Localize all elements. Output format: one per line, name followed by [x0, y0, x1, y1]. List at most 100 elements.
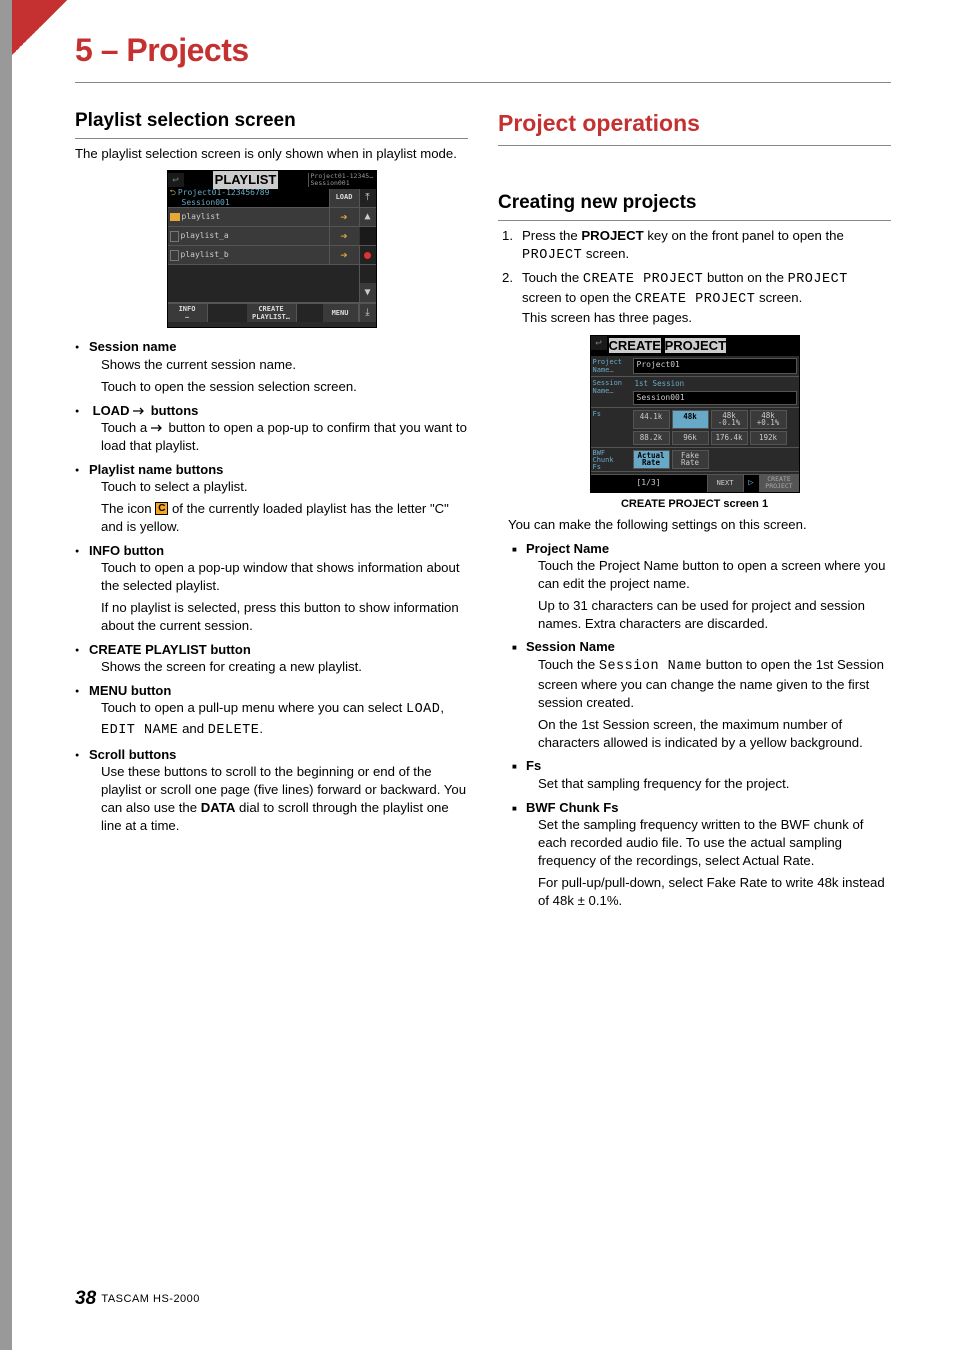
- scroll-top-icon[interactable]: ⤒: [359, 189, 376, 207]
- item-heading: Session name: [75, 338, 468, 356]
- sub-intro: You can make the following settings on t…: [508, 516, 891, 534]
- next-button[interactable]: NEXT: [707, 475, 743, 492]
- scroll-track: [359, 265, 376, 283]
- bottom-gap: [297, 304, 323, 322]
- right-rule: [498, 220, 891, 221]
- back-icon[interactable]: ↩: [168, 173, 184, 187]
- item-text: Use these buttons to scroll to the begin…: [101, 763, 468, 834]
- subitem-heading: Session Name: [512, 638, 891, 656]
- item-heading: Scroll buttons: [75, 746, 468, 764]
- playlist-icon: [170, 231, 179, 242]
- left-column: Playlist selection screen The playlist s…: [75, 108, 468, 913]
- left-intro: The playlist selection screen is only sh…: [75, 145, 468, 163]
- fs-option[interactable]: 44.1k: [633, 410, 670, 428]
- item-text: Touch to select a playlist.: [101, 478, 468, 496]
- back-icon[interactable]: ↩: [591, 336, 607, 350]
- item-text: Touch to open a pull-up menu where you c…: [101, 699, 468, 739]
- page-footer: 38 TASCAM HS-2000: [75, 1288, 200, 1310]
- playlist-screenshot: ↩ PLAYLIST Project01-12345… Session001 ⮌…: [167, 170, 377, 328]
- scroll-up-icon[interactable]: ▲: [359, 208, 376, 226]
- bwf-label: BWFChunkFs: [591, 448, 631, 471]
- first-session-label: 1st Session: [633, 379, 797, 390]
- item-text: If no playlist is selected, press this b…: [101, 599, 468, 635]
- load-arrow-button[interactable]: ➔: [329, 208, 359, 226]
- item-heading: Playlist name buttons: [75, 461, 468, 479]
- session-header-button[interactable]: ⮌Project01-123456789 Session001: [168, 189, 329, 207]
- bottom-gap: [208, 304, 247, 322]
- fs-option[interactable]: 192k: [750, 431, 787, 446]
- subitem-heading: Fs: [512, 757, 891, 775]
- arrow-right-icon: [133, 407, 147, 415]
- next-arrow-icon[interactable]: ▷: [743, 475, 759, 492]
- item-text: Shows the current session name.: [101, 356, 468, 374]
- subitem-text: Touch the Session Name button to open th…: [538, 656, 891, 712]
- title-sub: Project01-12345… Session001: [308, 173, 376, 187]
- scroll-down-icon[interactable]: ▼: [359, 283, 376, 302]
- create-playlist-button[interactable]: CREATE PLAYLIST…: [247, 304, 297, 322]
- right-heading: Creating new projects: [498, 190, 891, 216]
- current-playlist-icon: [170, 213, 180, 221]
- subitem-text: Touch the Project Name button to open a …: [538, 557, 891, 593]
- page-edge: [0, 0, 12, 1350]
- item-text: The icon of the currently loaded playlis…: [101, 500, 468, 536]
- fs-option[interactable]: 48k+0.1%: [750, 410, 787, 428]
- corner-tab: [12, 0, 67, 55]
- scroll-bottom-icon[interactable]: ⤓: [359, 304, 376, 322]
- load-header: LOAD: [329, 189, 359, 207]
- scroll-track: [359, 227, 376, 245]
- fs-option[interactable]: 48k: [672, 410, 709, 428]
- info-button[interactable]: INFO…: [168, 304, 208, 322]
- playlist-item[interactable]: playlist_a: [168, 227, 329, 245]
- fs-option[interactable]: 48k-0.1%: [711, 410, 748, 428]
- item-text: Touch to open the session selection scre…: [101, 378, 468, 396]
- subitem-text: On the 1st Session screen, the maximum n…: [538, 716, 891, 752]
- fs-option[interactable]: 176.4k: [711, 431, 748, 446]
- menu-button[interactable]: MENU: [323, 304, 359, 322]
- playlist-icon: [170, 250, 179, 261]
- session-name-field[interactable]: Session001: [633, 391, 797, 406]
- bwf-option[interactable]: ActualRate: [633, 450, 670, 469]
- fs-option[interactable]: 96k: [672, 431, 709, 446]
- screenshot2-caption: CREATE PROJECT screen 1: [498, 497, 891, 512]
- step-1: 1. Press the PROJECT key on the front pa…: [502, 227, 891, 265]
- subitem-text: Set that sampling frequency for the proj…: [538, 775, 891, 793]
- subitem-heading: Project Name: [512, 540, 891, 558]
- item-text: Shows the screen for creating a new play…: [101, 658, 468, 676]
- rule-top: [75, 82, 891, 83]
- empty-area: [168, 265, 359, 302]
- subitem-text: Up to 31 characters can be used for proj…: [538, 597, 891, 633]
- bwf-option[interactable]: FakeRate: [672, 450, 709, 469]
- create-project-button[interactable]: CREATEPROJECT: [759, 475, 799, 492]
- item-heading: INFO button: [75, 542, 468, 560]
- rec-indicator: [359, 246, 376, 264]
- step-2: 2. Touch the CREATE PROJECT button on th…: [502, 269, 891, 327]
- project-name-label: ProjectName…: [591, 356, 631, 376]
- session-name-label: SessionName…: [591, 377, 631, 408]
- item-heading: LOAD buttons: [75, 402, 468, 420]
- arrow-right-icon: [151, 424, 165, 432]
- current-playlist-c-icon: [155, 502, 168, 515]
- load-arrow-button[interactable]: ➔: [329, 246, 359, 264]
- right-rule-top: [498, 145, 891, 146]
- load-arrow-button[interactable]: ➔: [329, 227, 359, 245]
- left-rule: [75, 138, 468, 139]
- playlist-item[interactable]: playlist: [168, 208, 329, 226]
- create-project-screenshot: ↩ CREATE PROJECT ProjectName… Project01 …: [590, 335, 800, 493]
- right-title: Project operations: [498, 108, 891, 139]
- page-indicator: [1/3]: [591, 478, 707, 489]
- subitem-text: Set the sampling frequency written to th…: [538, 816, 891, 869]
- project-name-field[interactable]: Project01: [633, 358, 797, 374]
- item-text: Touch a button to open a pop-up to confi…: [101, 419, 468, 455]
- item-heading: CREATE PLAYLIST button: [75, 641, 468, 659]
- subitem-text: For pull-up/pull-down, select Fake Rate …: [538, 874, 891, 910]
- fs-label: Fs: [591, 408, 631, 447]
- chapter-title: 5 – Projects: [75, 32, 249, 69]
- screenshot2-title: CREATE PROJECT: [607, 336, 799, 356]
- item-text: Touch to open a pop-up window that shows…: [101, 559, 468, 595]
- playlist-item[interactable]: playlist_b: [168, 246, 329, 264]
- left-heading: Playlist selection screen: [75, 108, 468, 134]
- subitem-heading: BWF Chunk Fs: [512, 799, 891, 817]
- fs-option[interactable]: 88.2k: [633, 431, 670, 446]
- item-heading: MENU button: [75, 682, 468, 700]
- screenshot-title: PLAYLIST: [184, 171, 308, 189]
